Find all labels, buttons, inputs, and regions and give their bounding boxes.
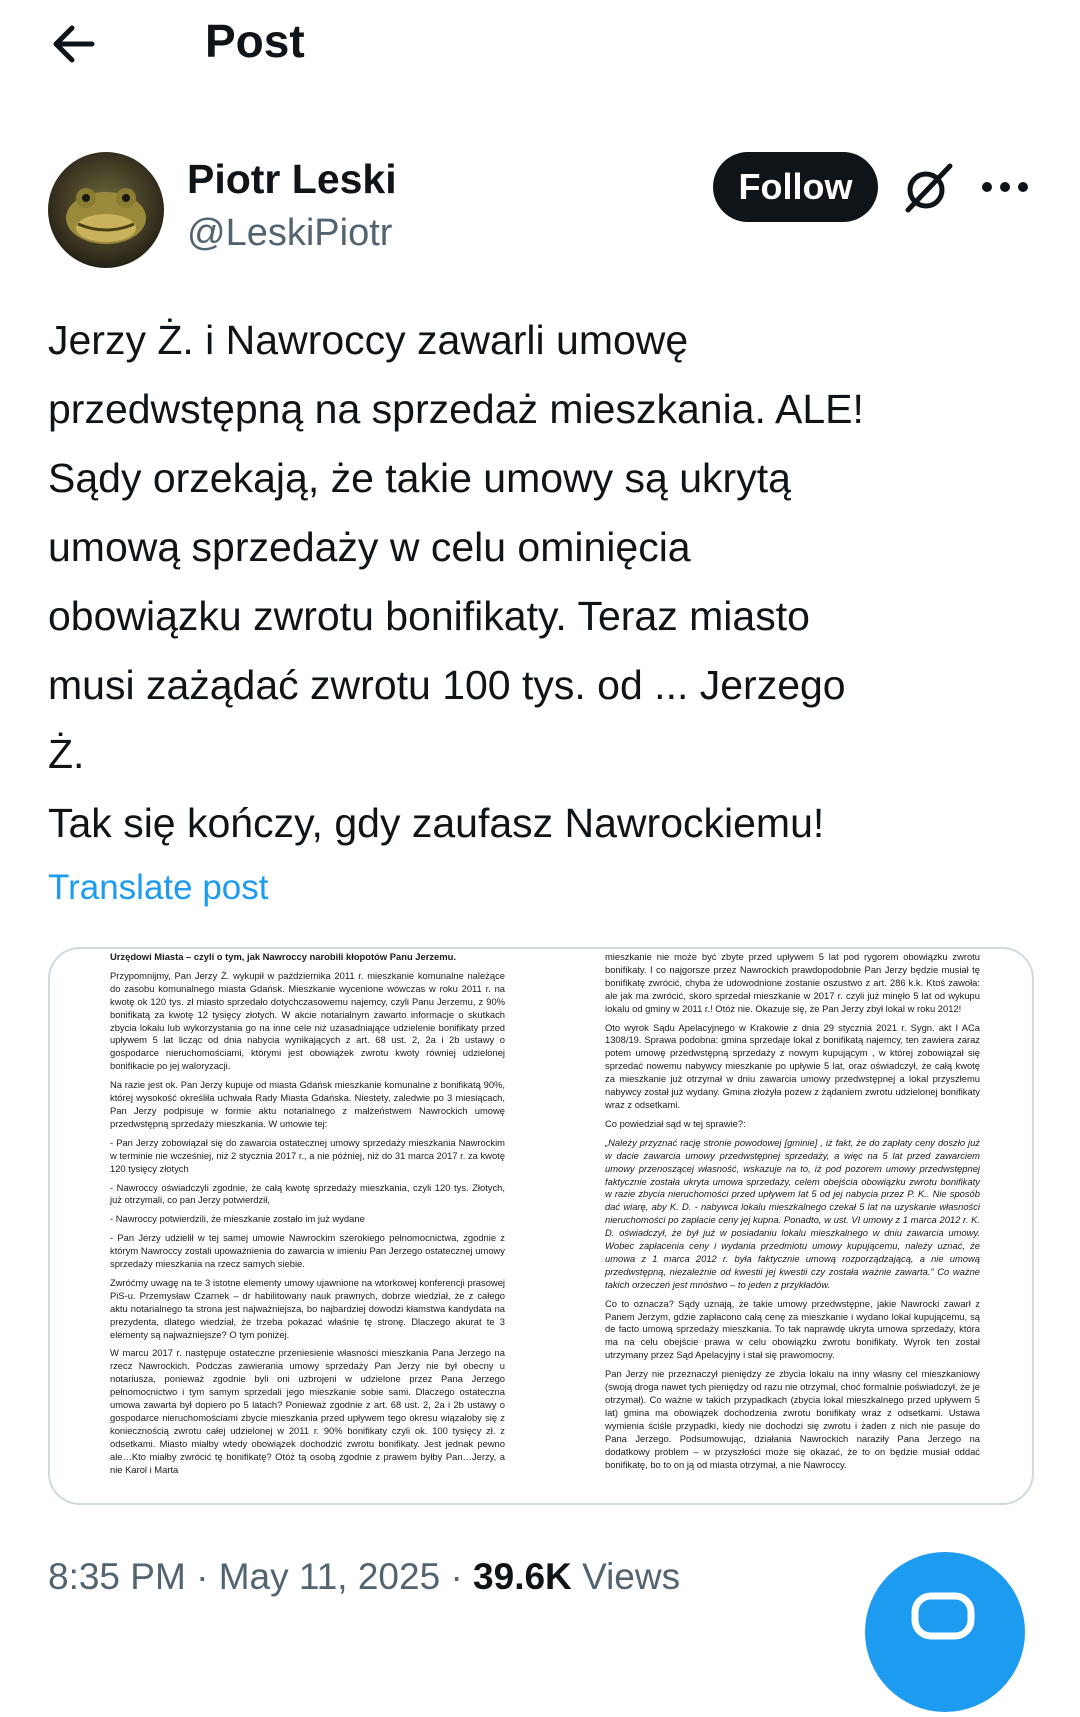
doc-left-paragraph: - Nawroccy oświadczyli zgodnie, że całą …: [110, 1181, 505, 1206]
post-metadata: 8:35 PM · May 11, 2025 · 39.6K Views: [48, 1556, 680, 1598]
doc-left-paragraph: Urzędowi Miasta – czyli o tym, jak Nawro…: [110, 951, 456, 962]
doc-right-paragraph: mieszkanie nie może być zbyte przed upły…: [605, 951, 980, 1014]
document-left-column: Urzędowi Miasta – czyli o tym, jak Nawro…: [110, 951, 505, 1483]
doc-left-paragraph: Przypomnijmy, Pan Jerzy Ż. wykupił w paź…: [110, 969, 505, 1072]
document-right-column: mieszkanie nie może być zbyte przed upły…: [605, 951, 980, 1477]
author-name[interactable]: Piotr Leski: [187, 156, 397, 203]
separator: ·: [450, 1556, 463, 1597]
back-arrow-icon[interactable]: [48, 22, 100, 66]
views-count: 39.6K: [473, 1556, 572, 1597]
avatar[interactable]: [48, 152, 164, 268]
grok-icon[interactable]: [900, 160, 956, 216]
doc-left-paragraph: Zwróćmy uwagę na te 3 istotne elementy u…: [110, 1276, 505, 1340]
doc-right-paragraph: Co powiedział sąd w tej sprawie?:: [605, 1117, 746, 1129]
page-title: Post: [205, 15, 305, 67]
doc-right-paragraph: „Należy przyznać rację stronie powodowej…: [605, 1136, 980, 1290]
doc-right-paragraph: Pan Jerzy nie przeznaczył pieniędzy ze z…: [605, 1368, 980, 1470]
post-date[interactable]: May 11, 2025: [219, 1556, 440, 1597]
doc-left-paragraph: Na razie jest ok. Pan Jerzy kupuje od mi…: [110, 1079, 505, 1129]
author-handle[interactable]: @LeskiPiotr: [187, 212, 392, 255]
doc-left-paragraph: W marcu 2017 r. następuje ostateczne prz…: [110, 1347, 505, 1475]
compose-button[interactable]: [865, 1552, 1025, 1712]
header-bar: Post: [0, 0, 1080, 90]
tweet-text: Jerzy Ż. i Nawroccy zawarli umowę przedw…: [48, 317, 864, 846]
doc-left-paragraph: - Pan Jerzy zobowiązał się do zawarcia o…: [110, 1136, 505, 1174]
more-icon[interactable]: [980, 172, 1030, 202]
views-label: Views: [582, 1556, 681, 1597]
attached-document-image[interactable]: Urzędowi Miasta – czyli o tym, jak Nawro…: [48, 947, 1034, 1505]
doc-right-paragraph: Oto wyrok Sądu Apelacyjnego w Krakowie z…: [605, 1021, 980, 1110]
compose-icon: [911, 1592, 975, 1640]
avatar-image: [48, 152, 164, 268]
follow-button[interactable]: Follow: [713, 152, 878, 222]
doc-left-paragraph: - Nawroccy potwierdzili, że mieszkanie z…: [110, 1213, 365, 1225]
post-time[interactable]: 8:35 PM: [48, 1556, 186, 1597]
separator: ·: [196, 1556, 209, 1597]
doc-left-paragraph: - Pan Jerzy udzielił w tej samej umowie …: [110, 1232, 505, 1270]
translate-post-link[interactable]: Translate post: [48, 868, 268, 908]
doc-right-paragraph: Co to oznacza? Sądy uznają, że takie umo…: [605, 1297, 980, 1361]
